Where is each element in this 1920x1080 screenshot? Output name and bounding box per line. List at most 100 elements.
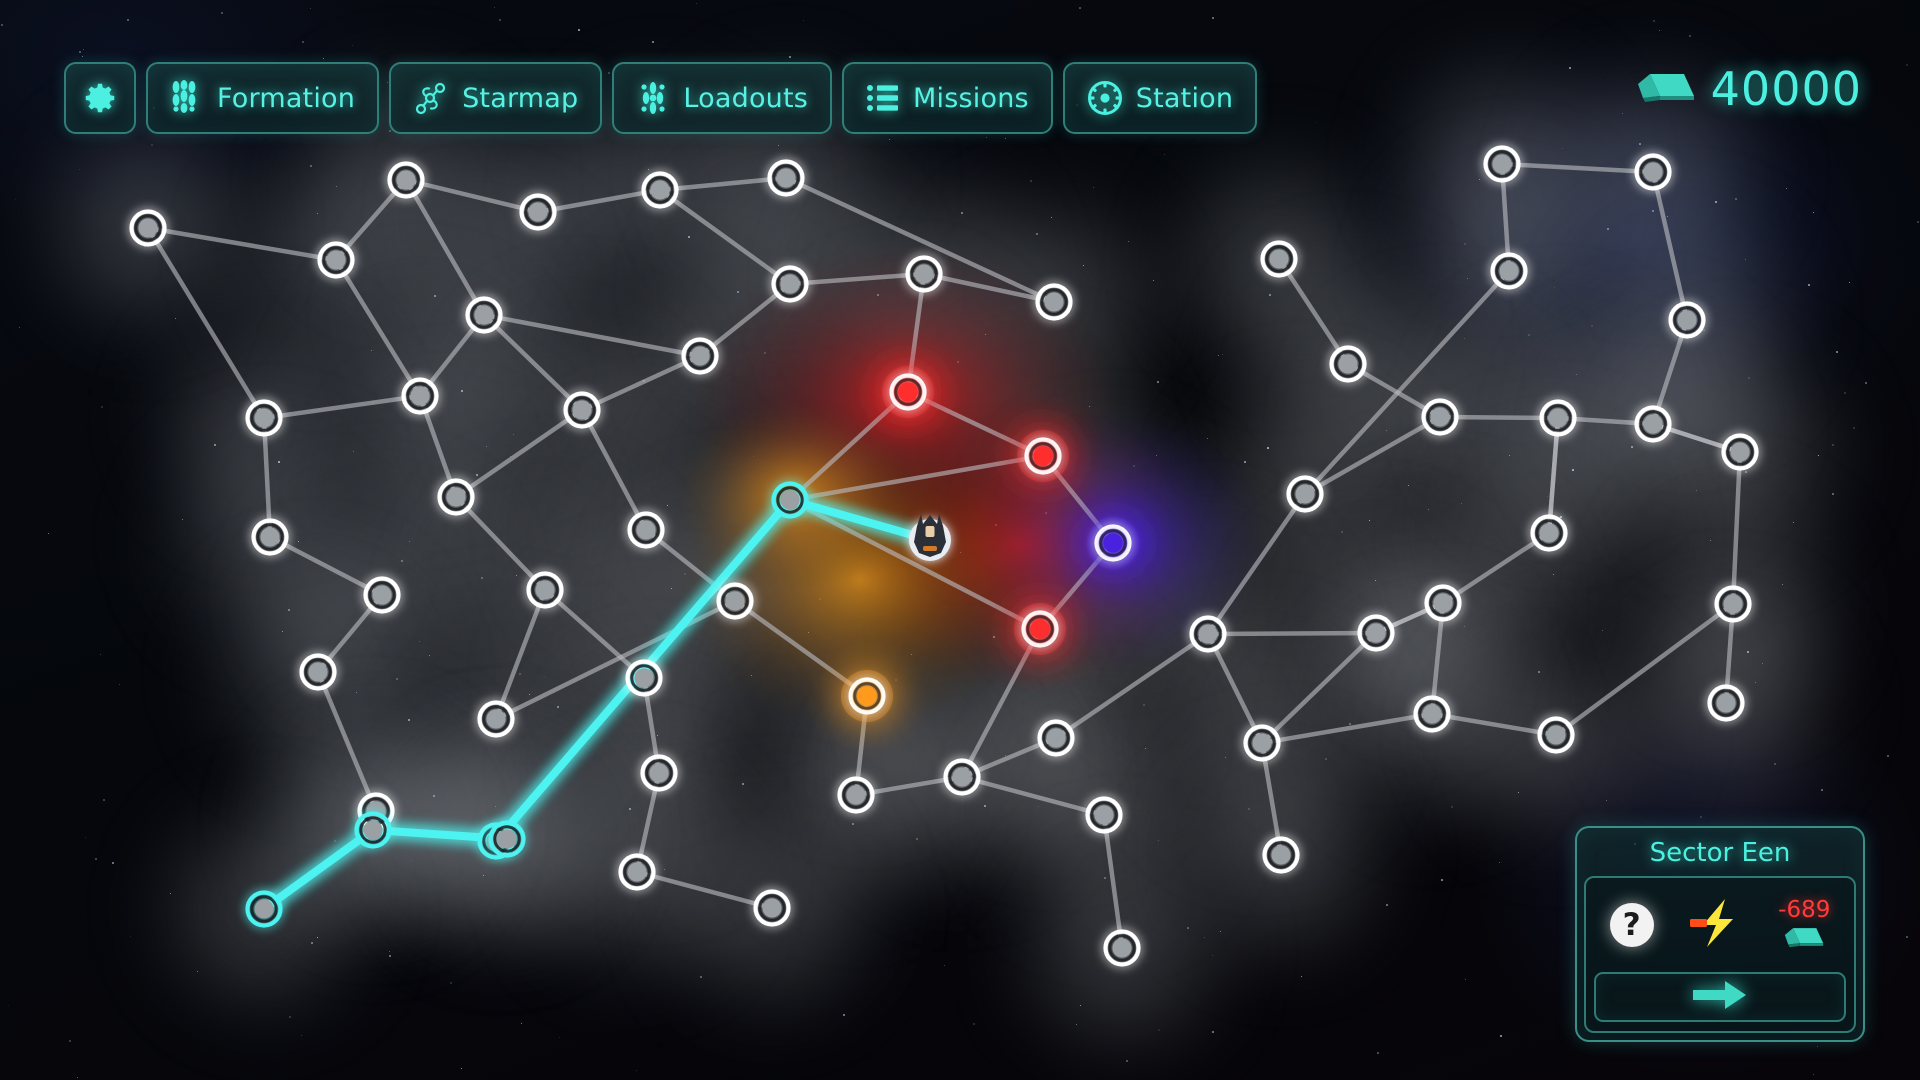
- starlane: [261, 393, 423, 421]
- system-node[interactable]: [1721, 433, 1759, 471]
- system-node[interactable]: [1490, 252, 1528, 290]
- settings-button[interactable]: [64, 62, 136, 134]
- node-core: [486, 709, 506, 729]
- node-core: [1366, 623, 1386, 643]
- system-node[interactable]: [1714, 585, 1752, 623]
- missions-button[interactable]: Missions: [842, 62, 1053, 134]
- system-node[interactable]: [354, 811, 392, 849]
- system-node[interactable]: [519, 193, 557, 231]
- formation-icon: [170, 80, 204, 116]
- system-node[interactable]: [943, 758, 981, 796]
- system-node[interactable]: [625, 659, 663, 697]
- loadouts-button[interactable]: Loadouts: [612, 62, 833, 134]
- system-node[interactable]: [1424, 584, 1462, 622]
- system-node[interactable]: [905, 255, 943, 293]
- starlane: [657, 187, 793, 287]
- system-node[interactable]: [1707, 684, 1745, 722]
- system-node[interactable]: [387, 161, 425, 199]
- system-node[interactable]: [1260, 240, 1298, 278]
- system-node[interactable]: [618, 853, 656, 891]
- node-core: [1643, 414, 1663, 434]
- system-node[interactable]: [1037, 719, 1075, 757]
- system-node[interactable]: [1530, 514, 1568, 552]
- gear-icon: [81, 79, 119, 117]
- system-node[interactable]: [1357, 614, 1395, 652]
- node-core: [497, 829, 517, 849]
- system-node[interactable]: [1262, 836, 1300, 874]
- formation-button[interactable]: Formation: [146, 62, 380, 134]
- system-node[interactable]: [563, 391, 601, 429]
- system-node[interactable]: [526, 571, 564, 609]
- system-node[interactable]: [465, 296, 503, 334]
- system-node[interactable]: [771, 265, 809, 303]
- system-node[interactable]: [681, 337, 719, 375]
- system-node[interactable]: [245, 890, 283, 928]
- system-node[interactable]: [1421, 398, 1459, 436]
- system-node[interactable]: [1329, 345, 1367, 383]
- sector-title: Sector Een: [1649, 838, 1791, 868]
- system-node[interactable]: [716, 582, 754, 620]
- system-node[interactable]: [641, 171, 679, 209]
- system-node[interactable]: [1483, 145, 1521, 183]
- node-core: [1539, 523, 1559, 543]
- node-core: [690, 346, 710, 366]
- system-node[interactable]: [1668, 301, 1706, 339]
- system-node[interactable]: [251, 518, 289, 556]
- system-node[interactable]: [640, 754, 678, 792]
- system-node[interactable]: [1087, 517, 1139, 569]
- system-node[interactable]: [1085, 796, 1123, 834]
- system-node[interactable]: [437, 478, 475, 516]
- node-core: [1546, 725, 1566, 745]
- system-node[interactable]: [1035, 283, 1073, 321]
- system-node[interactable]: [401, 377, 439, 415]
- system-node[interactable]: [1634, 153, 1672, 191]
- node-core: [914, 264, 934, 284]
- system-node[interactable]: [299, 653, 337, 691]
- system-node[interactable]: [1103, 929, 1141, 967]
- system-node[interactable]: [363, 576, 401, 614]
- starlane: [634, 869, 775, 911]
- starlane: [1101, 812, 1125, 951]
- travel-button[interactable]: [1594, 972, 1846, 1022]
- system-node[interactable]: [1017, 430, 1069, 482]
- system-node[interactable]: [1243, 724, 1281, 762]
- system-node[interactable]: [771, 481, 809, 519]
- system-node[interactable]: [1286, 475, 1324, 513]
- station-button[interactable]: Station: [1062, 62, 1258, 134]
- node-core: [780, 490, 800, 510]
- system-node[interactable]: [245, 399, 283, 437]
- system-node[interactable]: [753, 889, 791, 927]
- system-node[interactable]: [317, 241, 355, 279]
- node-core: [762, 898, 782, 918]
- system-node[interactable]: [1537, 716, 1575, 754]
- system-node[interactable]: [477, 700, 515, 738]
- hazard-stat: [1685, 897, 1747, 953]
- node-core: [1046, 728, 1066, 748]
- system-node[interactable]: [1413, 695, 1451, 733]
- node-core: [1044, 292, 1064, 312]
- system-node[interactable]: [767, 159, 805, 197]
- system-node[interactable]: [1014, 603, 1066, 655]
- node-core: [326, 250, 346, 270]
- node-core: [725, 591, 745, 611]
- node-core: [1433, 593, 1453, 613]
- node-core: [1094, 805, 1114, 825]
- system-node[interactable]: [1189, 615, 1227, 653]
- system-node[interactable]: [488, 820, 526, 858]
- node-core: [1269, 249, 1289, 269]
- starlane: [403, 177, 487, 318]
- node-core: [308, 662, 328, 682]
- system-node[interactable]: [1634, 405, 1672, 443]
- starmap-button[interactable]: Starmap: [389, 62, 603, 134]
- system-node[interactable]: [129, 209, 167, 247]
- starlane: [1276, 256, 1351, 367]
- system-node[interactable]: [837, 776, 875, 814]
- system-node[interactable]: [1539, 399, 1577, 437]
- starlane: [481, 312, 703, 359]
- starlane: [1302, 414, 1443, 497]
- system-node[interactable]: [627, 511, 665, 549]
- starmap-node-icon: [413, 80, 449, 116]
- system-node[interactable]: [841, 670, 893, 722]
- system-node[interactable]: [882, 366, 934, 418]
- starlane: [579, 407, 649, 533]
